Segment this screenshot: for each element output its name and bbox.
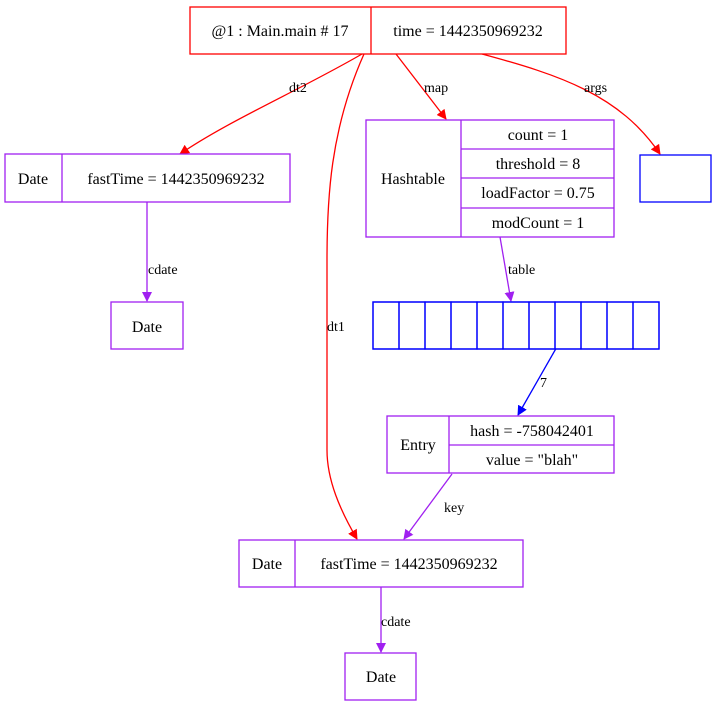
node-date-dt2[interactable]: Date fastTime = 1442350969232 [4, 153, 291, 203]
main-frame-time: time = 1442350969232 [393, 23, 542, 40]
edge-cdate-top: cdate [142, 202, 178, 302]
edge-label-key: key [444, 501, 464, 516]
edge-label-args: args [584, 81, 607, 96]
date-dt2-type: Date [18, 171, 48, 188]
node-table-array[interactable] [372, 301, 660, 350]
entry-value: value = "blah" [486, 452, 578, 469]
hashtable-threshold: threshold = 8 [496, 156, 581, 173]
object-graph-diagram: dt2 map args dt1 cdate table 7 key cdate… [4, 6, 712, 701]
node-date-dt1-cdate[interactable]: Date [344, 652, 417, 701]
edge-dt2: dt2 [179, 53, 363, 155]
date-dt2-fasttime: fastTime = 1442350969232 [87, 171, 264, 188]
node-date-dt2-cdate[interactable]: Date [110, 301, 184, 350]
hashtable-type: Hashtable [381, 171, 445, 188]
edge-table: table [499, 236, 535, 302]
edge-dt1: dt1 [326, 53, 365, 540]
hashtable-count: count = 1 [508, 127, 569, 144]
entry-hash: hash = -758042401 [470, 423, 594, 440]
edge-label-cdate-bottom: cdate [381, 615, 411, 630]
edge-key: key [403, 473, 464, 540]
hashtable-loadfactor: loadFactor = 0.75 [481, 185, 594, 202]
edge-label-index: 7 [540, 376, 547, 391]
edge-cdate-bottom: cdate [376, 587, 411, 653]
date-dt2-cdate-type: Date [132, 319, 162, 336]
hashtable-modcount: modCount = 1 [492, 215, 585, 232]
node-main-frame[interactable]: @1 : Main.main # 17 time = 1442350969232 [189, 6, 567, 55]
edge-label-dt1: dt1 [327, 320, 345, 335]
edge-label-map: map [424, 81, 448, 96]
node-hashtable[interactable]: Hashtable count = 1 threshold = 8 loadFa… [365, 119, 615, 238]
main-frame-label: @1 : Main.main # 17 [212, 23, 349, 40]
node-entry[interactable]: Entry hash = -758042401 value = "blah" [386, 415, 615, 474]
entry-type: Entry [400, 437, 436, 454]
date-dt1-fasttime: fastTime = 1442350969232 [320, 556, 497, 573]
date-dt1-cdate-type: Date [366, 669, 396, 686]
edge-label-dt2: dt2 [289, 81, 307, 96]
node-date-dt1[interactable]: Date fastTime = 1442350969232 [238, 539, 524, 588]
edge-map: map [395, 53, 448, 120]
edge-label-table: table [508, 263, 535, 278]
edge-label-cdate-top: cdate [148, 263, 178, 278]
node-args-array[interactable] [639, 154, 712, 203]
date-dt1-type: Date [252, 556, 282, 573]
